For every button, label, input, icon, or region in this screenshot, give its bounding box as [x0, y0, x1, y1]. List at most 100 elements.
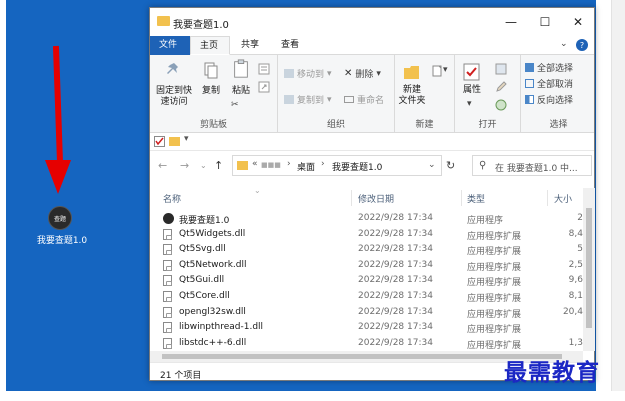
address-row: ← → ⌄ ↑ « ■■■ › 桌面 › 我要查题1.0 ⌄ ↻ ⚲ 在 我要查… [150, 151, 594, 181]
refresh-icon[interactable]: ↻ [446, 159, 455, 172]
new-folder-icon[interactable] [169, 137, 180, 146]
red-arrow-head [45, 160, 71, 194]
table-row[interactable]: Qt5Widgets.dll 2022/9/28 17:34 应用程序扩展 8,4 [150, 227, 583, 243]
back-arrow-icon[interactable]: ← [158, 159, 167, 172]
file-date: 2022/9/28 17:34 [358, 213, 433, 223]
forward-arrow-icon[interactable]: → [180, 159, 189, 172]
customize-toolbar-icon[interactable]: ▾ [184, 134, 189, 144]
properties-button[interactable]: 属性 [457, 85, 487, 96]
new-folder-button[interactable]: 新建 文件夹 [395, 85, 429, 107]
minimize-button[interactable]: — [494, 8, 528, 36]
column-size[interactable]: 大小 [554, 192, 572, 205]
column-divider[interactable] [351, 190, 352, 206]
paste-icon [234, 59, 248, 78]
group-clipboard: 固定到快 速访问 复制 粘贴 ✂ 剪贴板 [150, 55, 278, 133]
app-file-icon [163, 213, 174, 224]
help-icon[interactable]: ? [576, 39, 588, 51]
move-to-icon [284, 69, 294, 78]
breadcrumb-separator: › [287, 159, 291, 169]
column-divider[interactable] [547, 190, 548, 206]
scissors-icon[interactable]: ✂ [231, 100, 239, 110]
group-organize: 移动到 ▾ ✕ 删除 ▾ 复制到 ▾ 重命名 组织 [278, 55, 395, 133]
table-row[interactable]: Qt5Gui.dll 2022/9/28 17:34 应用程序扩展 9,6 [150, 273, 583, 289]
breadcrumb-current[interactable]: 我要查题1.0 [332, 160, 382, 173]
close-button[interactable]: ✕ [561, 8, 595, 36]
page-scrollbar[interactable] [611, 0, 625, 401]
file-size: 2,5 [568, 259, 583, 270]
file-size: 9,6 [568, 275, 583, 286]
file-type: 应用程序扩展 [467, 231, 522, 242]
dropdown-icon: ▾ [376, 68, 381, 79]
search-input[interactable]: ⚲ 在 我要查题1.0 中... [472, 155, 592, 176]
table-row[interactable]: opengl32sw.dll 2022/9/28 17:34 应用程序扩展 20,4 [150, 305, 583, 321]
tab-file[interactable]: 文件 [150, 36, 190, 55]
table-row[interactable]: libstdc++-6.dll 2022/9/28 17:34 应用程序扩展 1,3 [150, 336, 583, 351]
title-bar[interactable]: 我要查题1.0 — ☐ ✕ [150, 8, 594, 36]
scroll-thumb[interactable] [586, 208, 592, 328]
up-arrow-icon[interactable]: ↑ [214, 159, 223, 172]
vertical-scrollbar[interactable] [583, 188, 595, 351]
table-row[interactable]: Qt5Network.dll 2022/9/28 17:34 应用程序扩展 2,5 [150, 258, 583, 274]
file-size: 2 [577, 213, 583, 223]
pin-icon [167, 63, 178, 74]
copy-button[interactable]: 复制 [198, 86, 224, 97]
select-none-icon [525, 79, 534, 88]
invert-selection-button[interactable]: 反向选择 [525, 93, 573, 106]
paste-shortcut-icon[interactable] [258, 81, 270, 93]
tab-home[interactable]: 主页 [190, 36, 230, 55]
desktop-app-label[interactable]: 我要查题1.0 [22, 233, 102, 246]
tab-view[interactable]: 查看 [272, 36, 308, 55]
table-row[interactable]: Qt5Core.dll 2022/9/28 17:34 应用程序扩展 8,1 [150, 289, 583, 305]
maximize-button[interactable]: ☐ [528, 8, 562, 36]
rename-button[interactable]: 重命名 [344, 93, 384, 106]
breadcrumb-hidden[interactable]: ■■■ [261, 161, 281, 169]
delete-button[interactable]: ✕ 删除 ▾ [344, 67, 381, 80]
edit-icon[interactable] [495, 81, 507, 93]
column-divider[interactable] [461, 190, 462, 206]
file-date: 2022/9/28 17:34 [358, 322, 433, 333]
column-headers: ⌄ 名称 修改日期 类型 大小 [150, 186, 583, 208]
tab-share[interactable]: 共享 [232, 36, 268, 55]
select-none-button[interactable]: 全部取消 [525, 77, 573, 90]
breadcrumb-desktop[interactable]: 桌面 [297, 160, 315, 173]
dropdown-icon[interactable]: ▾ [467, 99, 472, 109]
file-name: Qt5Widgets.dll [179, 228, 246, 239]
dropdown-icon[interactable]: ▾ [443, 65, 448, 75]
recent-locations-icon[interactable]: ⌄ [200, 161, 207, 170]
breadcrumb-prefix[interactable]: « [252, 159, 258, 169]
group-open-label: 打开 [478, 120, 497, 130]
sort-indicator-icon: ⌄ [254, 186, 261, 195]
table-row[interactable]: libwinpthread-1.dll 2022/9/28 17:34 应用程序扩展 [150, 320, 583, 336]
file-name: Qt5Svg.dll [179, 244, 226, 255]
address-bar[interactable]: « ■■■ › 桌面 › 我要查题1.0 ⌄ [232, 155, 442, 176]
dropdown-icon: ▾ [327, 94, 332, 105]
table-row[interactable]: 我要查题1.0 2022/9/28 17:34 应用程序 2 [150, 211, 583, 227]
scroll-thumb[interactable] [162, 354, 562, 359]
dll-file-icon [163, 259, 172, 271]
open-icon[interactable] [495, 63, 507, 75]
page-bottom [0, 391, 625, 401]
copy-to-button[interactable]: 复制到 ▾ [284, 93, 332, 106]
select-all-button[interactable]: 全部选择 [525, 61, 573, 74]
properties-check-icon[interactable] [154, 136, 165, 147]
column-date[interactable]: 修改日期 [358, 192, 394, 205]
copy-path-icon[interactable] [258, 63, 270, 75]
file-name: libstdc++-6.dll [179, 337, 247, 348]
dll-file-icon [163, 322, 172, 334]
invert-selection-label: 反向选择 [537, 96, 574, 106]
file-name: Qt5Core.dll [179, 291, 230, 301]
move-to-button[interactable]: 移动到 ▾ [284, 67, 332, 80]
column-name[interactable]: 名称 [163, 192, 181, 205]
file-date: 2022/9/28 17:34 [358, 244, 433, 255]
new-item-icon[interactable] [431, 65, 443, 77]
chevron-down-icon[interactable]: ⌄ [428, 160, 436, 170]
table-row[interactable]: Qt5Svg.dll 2022/9/28 17:34 应用程序扩展 5 [150, 242, 583, 258]
pin-to-quick-access-button[interactable]: 固定到快 速访问 [152, 86, 196, 108]
group-organize-label: 组织 [326, 120, 345, 130]
ribbon-tabs: 文件 主页 共享 查看 ⌄ ? [150, 36, 594, 55]
paste-button[interactable]: 粘贴 [228, 86, 254, 97]
column-type[interactable]: 类型 [467, 192, 485, 205]
chevron-down-icon[interactable]: ⌄ [560, 39, 568, 49]
desktop-app-icon[interactable]: 查题 [48, 206, 72, 230]
history-icon[interactable] [495, 99, 507, 111]
